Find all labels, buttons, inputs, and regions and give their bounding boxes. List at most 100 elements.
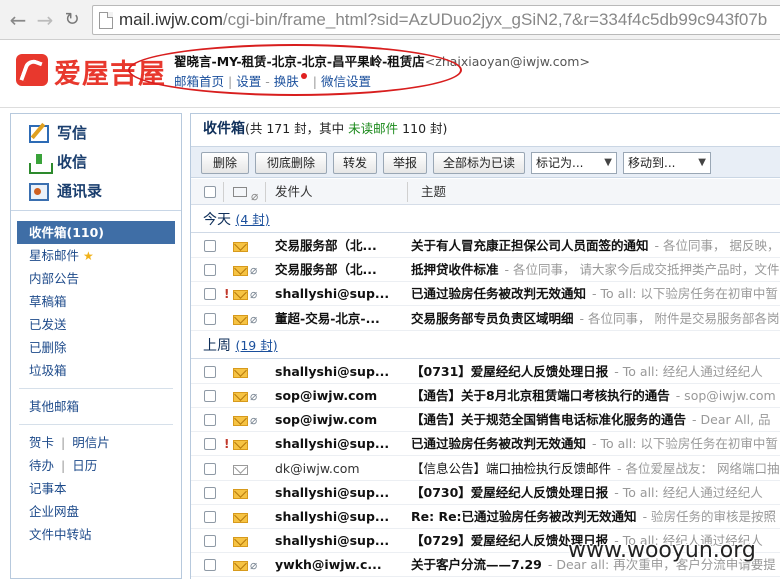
table-row[interactable]: ! shallyshi@sup... 已通过验房任务被改判无效通知 - To all:… (191, 432, 780, 457)
move-to-select[interactable]: 移动到... ▼ (623, 152, 711, 174)
read-status-column-icon (233, 187, 247, 197)
chevron-down-icon: ▼ (604, 157, 612, 168)
forward-button[interactable]: 转发 (333, 152, 377, 174)
read-envelope-icon (233, 464, 248, 475)
table-row[interactable]: ⌀ 董超-交易-北京-... 交易服务部专员负责区域明细 - 各位同事， 附件是交易服… (191, 307, 780, 331)
folder-other-mailboxes[interactable]: 其他邮箱 (11, 395, 181, 418)
logo[interactable]: 爱屋吉屋 (16, 52, 176, 90)
subject-column[interactable]: 主题 (421, 179, 446, 205)
row-preview: - 验房任务的审核是按照 (642, 509, 777, 524)
unread-envelope-icon (233, 392, 248, 402)
row-preview: - 各位同事， 据反映， (654, 238, 780, 253)
row-checkbox[interactable] (204, 288, 216, 301)
chevron-down-icon: ▼ (698, 157, 706, 168)
link-todo[interactable]: 待办 (29, 458, 54, 473)
row-checkbox[interactable] (204, 312, 216, 325)
row-preview: - Dear All, 品 (692, 412, 771, 428)
table-row[interactable]: ⌀ 交易服务部（北... 抵押贷收件标准 - 各位同事， 请大家今后成交抵押类产品时，… (191, 258, 780, 283)
compose-button[interactable]: 写信 (11, 119, 181, 148)
unread-envelope-icon (233, 314, 248, 325)
row-checkbox[interactable] (204, 535, 216, 548)
unread-link[interactable]: 未读邮件 (348, 121, 398, 136)
row-checkbox[interactable] (204, 486, 216, 499)
table-row[interactable]: 交易服务部（北... 关于有人冒充康正担保公司人员面签的通知 - 各位同事， 据反映… (191, 234, 780, 258)
link-notepad[interactable]: 记事本 (11, 477, 181, 500)
row-preview: - To all: 经纪人通过经纪人 (614, 363, 763, 379)
group-count[interactable]: (4 封) (235, 212, 269, 227)
row-checkbox[interactable] (204, 438, 216, 451)
browser-toolbar: ← → ↻ mail.iwjw.com/cgi-bin/frame_html?s… (0, 0, 780, 40)
link-calendar[interactable]: 日历 (72, 458, 97, 473)
link-mail-home[interactable]: 邮箱首页 (174, 74, 224, 89)
address-book-button[interactable]: 通讯录 (11, 177, 181, 206)
row-checkbox[interactable] (204, 462, 216, 475)
delete-button[interactable]: 删除 (201, 152, 249, 174)
logo-text: 爱屋吉屋 (54, 59, 166, 90)
table-row[interactable]: ⌀ sop@iwjw.com 【通告】关于8月北京租赁端口考核执行的通告 - sop@… (191, 384, 780, 408)
select-all-checkbox[interactable] (204, 186, 216, 198)
link-settings[interactable]: 设置 (236, 74, 261, 89)
row-checkbox[interactable] (204, 264, 216, 277)
page-icon (99, 12, 113, 29)
folder-starred[interactable]: 星标邮件 ★ (11, 244, 181, 267)
unread-envelope-icon (233, 440, 248, 451)
tools-row-2: 待办 | 日历 (29, 458, 98, 473)
mark-all-read-button[interactable]: 全部标为已读 (433, 152, 525, 174)
permanent-delete-button[interactable]: 彻底删除 (255, 152, 327, 174)
watermark: www.wooyun.org (568, 538, 756, 563)
row-sender: 交易服务部（北... (275, 238, 377, 253)
link-wechat-settings[interactable]: 微信设置 (321, 74, 371, 89)
row-checkbox[interactable] (204, 390, 216, 402)
folder-list: 收件箱(110) 星标邮件 ★ 内部公告 草稿箱 已发送 已删除 垃圾箱 其他邮… (11, 211, 181, 546)
link-postcard[interactable]: 明信片 (72, 435, 110, 450)
address-book-icon (29, 183, 49, 201)
report-button[interactable]: 举报 (383, 152, 427, 174)
row-checkbox[interactable] (204, 559, 216, 572)
sender-column[interactable]: 发件人 (275, 179, 313, 205)
compose-icon (29, 125, 49, 143)
address-bar[interactable]: mail.iwjw.com/cgi-bin/frame_html?sid=AzU… (92, 5, 780, 35)
attachment-column-icon: ⌀ (251, 189, 259, 203)
notification-dot (300, 73, 307, 79)
folder-inbox[interactable]: 收件箱(110) (17, 221, 175, 244)
link-enterprise-disk[interactable]: 企业网盘 (11, 500, 181, 523)
divider (19, 388, 173, 389)
row-checkbox[interactable] (204, 511, 216, 523)
row-checkbox[interactable] (204, 365, 216, 378)
link-skin[interactable]: 换肤 (274, 74, 299, 89)
unread-envelope-icon (233, 561, 248, 572)
receive-button[interactable]: 收信 (11, 148, 181, 177)
row-sender: sop@iwjw.com (275, 388, 378, 403)
folder-sent[interactable]: 已发送 (11, 313, 181, 336)
row-checkbox[interactable] (204, 414, 216, 427)
row-sender: 董超-交易-北京-... (275, 310, 380, 326)
folder-deleted[interactable]: 已删除 (11, 336, 181, 359)
table-row[interactable]: shallyshi@sup... 【0730】爱屋经纪人反馈处理日报 - To al… (191, 481, 780, 505)
folder-announcements[interactable]: 内部公告 (11, 267, 181, 290)
folder-spam[interactable]: 垃圾箱 (11, 359, 181, 382)
link-greeting-card[interactable]: 贺卡 (29, 435, 54, 450)
row-sender: shallyshi@sup... (275, 286, 390, 302)
back-arrow-icon[interactable]: ← (6, 8, 30, 32)
row-subject: 【信息公告】端口抽检执行反馈邮件 - 各位爱屋战友： 网络端口抽检 (411, 457, 780, 480)
logo-mark-icon (16, 54, 48, 86)
row-checkbox[interactable] (204, 240, 216, 252)
table-row[interactable]: ⌀ sop@iwjw.com 【通告】关于规范全国销售电话标准化服务的通告 - Dea… (191, 408, 780, 433)
mark-as-select[interactable]: 标记为... ▼ (531, 152, 617, 174)
unread-envelope-icon (233, 266, 248, 277)
folder-drafts[interactable]: 草稿箱 (11, 290, 181, 313)
table-row[interactable]: dk@iwjw.com 【信息公告】端口抽检执行反馈邮件 - 各位爱屋战友： 网络端… (191, 457, 780, 481)
row-sender: shallyshi@sup... (275, 363, 390, 379)
forward-arrow-icon[interactable]: → (33, 8, 57, 32)
row-subject: 抵押贷收件标准 - 各位同事， 请大家今后成交抵押类产品时，文件 (411, 262, 780, 278)
table-row[interactable]: ! ⌀ shallyshi@sup... 已通过验房任务被改判无效通知 - To all… (191, 282, 780, 307)
table-row[interactable]: shallyshi@sup... Re: Re:已通过验房任务被改判无效通知 - 验… (191, 505, 780, 529)
table-row[interactable]: shallyshi@sup... 【0731】爱屋经纪人反馈处理日报 - To al… (191, 360, 780, 384)
column-header: ⌀ 发件人 主题 (191, 179, 780, 205)
link-file-transfer[interactable]: 文件中转站 (11, 523, 181, 546)
group-count[interactable]: (19 封) (235, 338, 277, 353)
inbox-title: 收件箱 (203, 121, 245, 137)
reload-icon[interactable]: ↻ (60, 8, 84, 32)
sidebar: 写信 收信 通讯录 收件箱(110) 星标邮件 ★ 内部公告 草稿箱 已发送 已… (10, 113, 182, 579)
row-sender: shallyshi@sup... (275, 436, 390, 452)
